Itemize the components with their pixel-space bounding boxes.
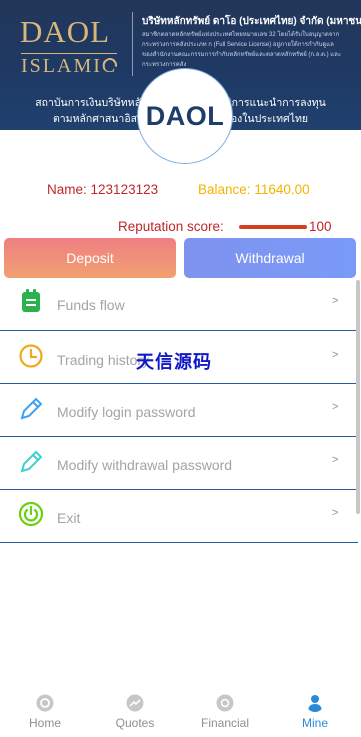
banner-logo-daol: DAOL — [20, 14, 111, 49]
financial-icon — [216, 694, 234, 712]
menu-label-funds-flow: Funds flow — [57, 297, 125, 313]
tab-home[interactable]: Home — [0, 688, 90, 737]
balance-value: 11640.00 — [254, 182, 310, 197]
clock-icon — [19, 344, 43, 368]
name-label: Name: — [47, 182, 87, 197]
tab-label-home: Home — [28, 716, 61, 730]
menu-label-modify-withdrawal-password: Modify withdrawal password — [57, 457, 233, 473]
chevron-right-icon: > — [332, 295, 339, 307]
clipboard-icon — [22, 289, 40, 312]
reputation-bar — [239, 225, 307, 229]
bottom-tab-bar: Home Quotes Financial Mine — [0, 688, 361, 737]
tab-label-mine: Mine — [301, 716, 328, 730]
tab-mine[interactable]: Mine — [270, 688, 360, 737]
chevron-right-icon: > — [332, 349, 339, 361]
tab-label-quotes: Quotes — [115, 716, 155, 730]
logo-divider — [21, 53, 117, 54]
menu-item-modify-withdrawal-password[interactable]: Modify withdrawal password > — [0, 437, 358, 490]
menu-label-exit: Exit — [57, 510, 81, 526]
company-info: สมาชิกตลาดหลักทรัพย์แห่งประเทศไทยหมายเลข… — [142, 30, 356, 70]
circle-logo-text: DAOL — [145, 100, 225, 131]
company-info-line: ของสำนักงานคณะกรรมการกำกับหลักทรัพย์และต… — [142, 52, 342, 58]
tab-financial[interactable]: Financial — [180, 688, 270, 737]
company-info-line: กระทรวงการคลังประเภท ก (Full Service Lic… — [142, 42, 334, 48]
balance-label: Balance: — [198, 182, 251, 197]
chevron-right-icon: > — [332, 454, 339, 466]
user-icon — [308, 695, 322, 712]
reputation-label: Reputation score: — [118, 219, 224, 234]
menu-item-modify-login-password[interactable]: Modify login password > — [0, 384, 358, 437]
pencil-icon — [20, 450, 43, 473]
menu-label-modify-login-password: Modify login password — [57, 404, 196, 420]
daol-circle-logo: DAOL — [137, 68, 233, 164]
home-icon — [36, 694, 54, 712]
menu-item-funds-flow[interactable]: Funds flow > — [0, 278, 358, 331]
name-value: 123123123 — [90, 182, 159, 197]
deposit-button[interactable]: Deposit — [4, 238, 176, 278]
withdrawal-button[interactable]: Withdrawal — [184, 238, 356, 278]
chevron-right-icon: > — [332, 401, 339, 413]
name-row: Name: 123123123 — [47, 182, 158, 197]
company-info-line: สมาชิกตลาดหลักทรัพย์แห่งประเทศไทยหมายเลข… — [142, 32, 340, 38]
balance-row: Balance: 11640.00 — [198, 182, 310, 197]
banner-divider — [132, 12, 133, 76]
quotes-icon — [126, 694, 144, 712]
reputation-value: 100 — [309, 219, 332, 234]
tab-quotes[interactable]: Quotes — [90, 688, 180, 737]
power-icon — [18, 501, 44, 527]
menu-item-exit[interactable]: Exit > — [0, 490, 358, 543]
scrollbar[interactable] — [356, 280, 360, 514]
watermark-text: 天信源码 — [136, 352, 212, 372]
chevron-right-icon: > — [332, 507, 339, 519]
company-title: บริษัทหลักทรัพย์ ดาโอ (ประเทศไทย) จำกัด … — [142, 16, 361, 27]
tab-label-financial: Financial — [200, 716, 250, 730]
pencil-icon — [20, 397, 43, 420]
